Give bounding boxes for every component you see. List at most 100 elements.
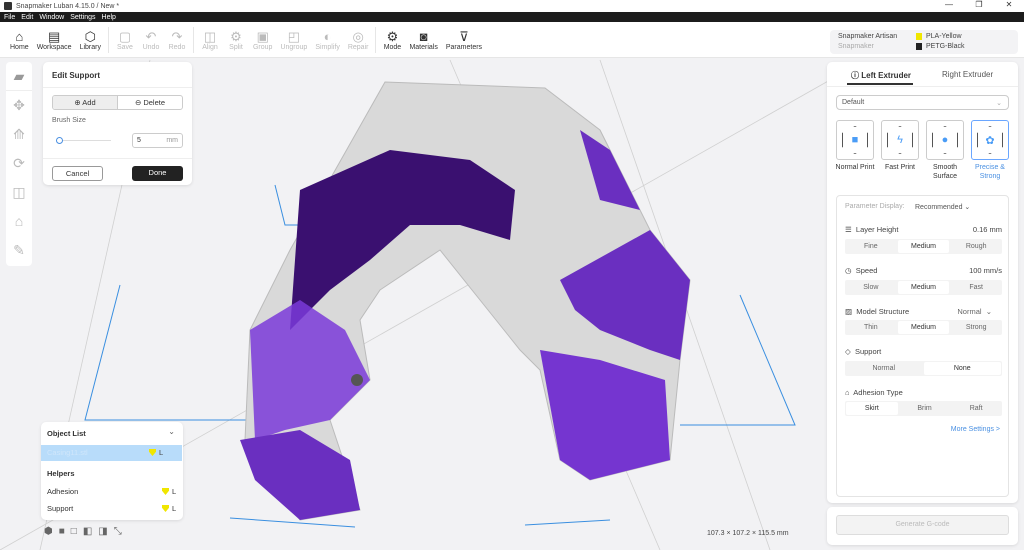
slider-handle[interactable] <box>56 137 63 144</box>
helper-adhesion[interactable]: Adhesion L <box>41 484 182 500</box>
option-thin[interactable]: Thin <box>845 320 897 335</box>
home-button[interactable]: ⌂ Home <box>6 29 33 51</box>
menu-edit[interactable]: Edit <box>21 14 33 21</box>
option-medium[interactable]: Medium <box>897 281 950 294</box>
brush-size-slider[interactable] <box>56 140 111 141</box>
left-tool-strip: ▰ ✥ ⟰ ⟳ ◫ ⌂ ✎ <box>6 62 32 266</box>
speed-options: Slow Medium Fast <box>845 280 1002 295</box>
parameters-box: Parameter Display: Recommended ⌄ ☰ Layer… <box>836 195 1009 497</box>
option-strong[interactable]: Strong <box>950 320 1002 335</box>
more-settings-link[interactable]: More Settings > <box>951 426 1000 433</box>
option-raft[interactable]: Raft <box>950 401 1002 416</box>
option-skirt[interactable]: Skirt <box>846 402 898 415</box>
preset-fast-print[interactable]: ϟ <box>881 120 919 160</box>
add-delete-toggle: ⊕ Add ⊖ Delete <box>52 95 183 110</box>
preset-smooth-surface[interactable]: ● <box>926 120 964 160</box>
option-slow[interactable]: Slow <box>845 280 897 295</box>
view-right-icon[interactable]: ◨ <box>98 526 107 537</box>
option-normal[interactable]: Normal <box>845 361 923 376</box>
support-icon[interactable]: ⌂ <box>15 207 23 236</box>
view-iso-icon[interactable]: ⬢ <box>44 526 53 537</box>
toolbar-label: Workspace <box>36 43 72 51</box>
workspace-button[interactable]: ▤ Workspace <box>33 29 76 51</box>
redo-icon: ↷ <box>171 28 183 44</box>
save-button[interactable]: ▢ Save <box>112 29 138 51</box>
group-button[interactable]: ▣ Group <box>249 29 276 51</box>
materials-button[interactable]: ◙ Materials <box>405 29 441 51</box>
toolbar-label: Materials <box>409 43 438 51</box>
extruder-color-icon <box>162 488 169 495</box>
option-brim[interactable]: Brim <box>899 401 951 416</box>
move-icon[interactable]: ✥ <box>13 91 25 120</box>
object-row[interactable]: Casing11.stl L <box>41 445 182 461</box>
toolbar-label: Align <box>202 43 218 51</box>
save-icon: ▢ <box>118 28 132 44</box>
ungroup-icon: ◰ <box>287 28 301 44</box>
layer-height-icon: ☰ <box>845 225 852 234</box>
library-button[interactable]: ⬡ Library <box>76 29 105 51</box>
machine-brand: Snapmaker <box>838 43 874 50</box>
toolbar-separator <box>192 26 194 53</box>
open-folder-icon[interactable]: ▰ <box>6 62 32 91</box>
menu-help[interactable]: Help <box>102 14 116 21</box>
maximize-button[interactable]: ❐ <box>964 0 994 9</box>
preset-precise-strong[interactable]: ✿ <box>971 120 1009 160</box>
object-list-title: Object List <box>47 429 86 438</box>
add-button[interactable]: ⊕ Add <box>53 96 118 109</box>
material-black-icon <box>916 43 922 50</box>
option-medium[interactable]: Medium <box>897 321 950 334</box>
repair-button[interactable]: ◎ Repair <box>344 29 373 51</box>
tab-right-extruder[interactable]: Right Extruder <box>942 70 993 79</box>
view-left-icon[interactable]: ◧ <box>83 526 92 537</box>
menu-settings[interactable]: Settings <box>70 14 95 21</box>
option-none[interactable]: None <box>923 362 1001 375</box>
simplify-icon: ◐ <box>323 28 332 44</box>
minimize-button[interactable]: — <box>934 0 964 9</box>
option-rough[interactable]: Rough <box>950 239 1002 254</box>
view-top-icon[interactable]: □ <box>71 526 77 537</box>
scale-icon[interactable]: ⟰ <box>13 120 25 149</box>
brush-size-input[interactable]: 5 mm <box>132 133 183 148</box>
model-structure-select[interactable]: Normal ⌄ <box>957 307 992 316</box>
mirror-icon[interactable]: ◫ <box>12 178 25 207</box>
layer-height-options: Fine Medium Rough <box>845 239 1002 254</box>
align-button[interactable]: ◫ Align <box>197 29 223 51</box>
menu-file[interactable]: File <box>4 14 15 21</box>
paint-icon[interactable]: ✎ <box>13 236 25 265</box>
option-fast[interactable]: Fast <box>950 280 1002 295</box>
parameters-button[interactable]: ⊽ Parameters <box>442 29 486 51</box>
parameters-icon: ⊽ <box>459 28 469 44</box>
fit-view-icon[interactable]: ⤡ <box>114 526 122 537</box>
ungroup-button[interactable]: ◰ Ungroup <box>276 29 311 51</box>
edit-support-title: Edit Support <box>43 62 192 88</box>
align-icon: ◫ <box>203 28 217 44</box>
delete-button[interactable]: ⊖ Delete <box>118 96 182 109</box>
generate-gcode-button[interactable]: Generate G-code <box>836 515 1009 535</box>
redo-button[interactable]: ↷ Redo <box>164 29 190 51</box>
option-fine[interactable]: Fine <box>845 239 897 254</box>
undo-icon: ↶ <box>145 28 157 44</box>
done-button[interactable]: Done <box>132 166 183 181</box>
rotate-icon[interactable]: ⟳ <box>13 149 25 178</box>
close-button[interactable]: ✕ <box>994 0 1024 9</box>
option-medium[interactable]: Medium <box>897 240 950 253</box>
chevron-down-icon[interactable]: ⌄ <box>168 427 175 436</box>
menu-window[interactable]: Window <box>39 14 64 21</box>
adhesion-row: ⌂ Adhesion Type <box>845 388 903 397</box>
adhesion-icon: ⌂ <box>845 388 850 397</box>
param-display-select[interactable]: Recommended ⌄ <box>915 203 970 211</box>
view-front-icon[interactable]: ■ <box>59 526 65 537</box>
simplify-button[interactable]: ◐ Simplify <box>311 29 344 51</box>
workspace-icon: ▤ <box>47 28 61 44</box>
machine-material-selector[interactable]: Snapmaker Artisan Snapmaker PLA-Yellow P… <box>830 30 1018 54</box>
undo-button[interactable]: ↶ Undo <box>138 29 164 51</box>
preset-normal-print[interactable]: ■ <box>836 120 874 160</box>
profile-select[interactable]: Default ⌄ <box>836 95 1009 110</box>
split-button[interactable]: ⚙ Split <box>223 29 249 51</box>
mode-button[interactable]: ⚙ Mode <box>379 29 405 51</box>
toolbar-label: Save <box>117 43 133 51</box>
cancel-button[interactable]: Cancel <box>52 166 103 181</box>
helper-support[interactable]: Support L <box>41 501 182 517</box>
library-icon: ⬡ <box>84 28 96 44</box>
tab-left-extruder[interactable]: ⓘ Left Extruder <box>851 70 911 81</box>
